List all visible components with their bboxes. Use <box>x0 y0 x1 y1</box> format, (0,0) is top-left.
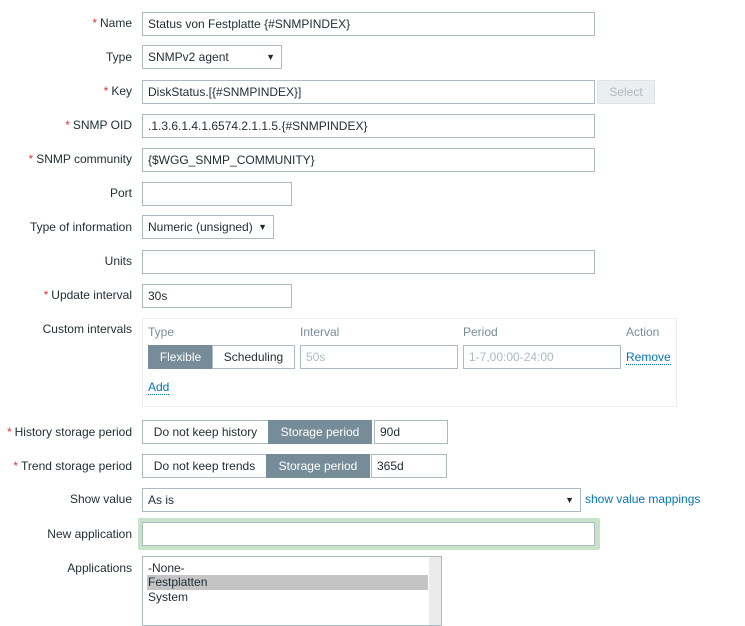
label-text: SNMP community <box>36 152 132 166</box>
chevron-down-icon: ▼ <box>258 222 267 232</box>
label-info: Type of information <box>29 220 132 234</box>
history-input[interactable]: 90d <box>374 420 448 444</box>
label-update: * Update interval <box>44 288 132 302</box>
info-select[interactable]: Numeric (unsigned) ▼ <box>142 215 274 239</box>
required-mark: * <box>28 152 34 166</box>
required-mark: * <box>13 459 19 473</box>
remove-link[interactable]: Remove <box>626 350 671 365</box>
required-mark: * <box>103 84 109 98</box>
label-text: SNMP OID <box>72 118 132 132</box>
label-key: * Key <box>104 84 132 98</box>
label-trend: * Trend storage period <box>13 459 132 473</box>
community-input[interactable]: {$WGG_SNMP_COMMUNITY} <box>142 148 595 172</box>
label-text: Trend storage period <box>21 459 132 473</box>
flexible-button[interactable]: Flexible <box>148 345 213 369</box>
name-input[interactable]: Status von Festplatte {#SNMPINDEX} <box>142 12 595 36</box>
no-history-button[interactable]: Do not keep history <box>142 420 269 444</box>
select-button[interactable]: Select <box>597 80 655 104</box>
required-mark: * <box>6 425 12 439</box>
label-type: Type <box>105 50 132 64</box>
oid-input[interactable]: .1.3.6.1.4.1.6574.2.1.1.5.{#SNMPINDEX} <box>142 114 595 138</box>
label-history: * History storage period <box>7 425 132 439</box>
header-action: Action <box>626 325 660 339</box>
interval-input[interactable]: 50s <box>300 345 458 369</box>
period-input[interactable]: 1-7,00:00-24:00 <box>463 345 621 369</box>
add-link[interactable]: Add <box>148 380 170 395</box>
label-text: Name <box>99 16 132 30</box>
scrollbar[interactable] <box>429 557 441 625</box>
trend-storage-period-button[interactable]: Storage period <box>266 454 370 478</box>
label-apps: Applications <box>67 561 132 575</box>
key-input[interactable]: DiskStatus.[{#SNMPINDEX}] <box>142 80 595 104</box>
label-text: Key <box>111 84 132 98</box>
list-item-selected[interactable]: Festplatten <box>147 575 428 590</box>
port-input[interactable] <box>142 182 292 206</box>
history-storage-period-button[interactable]: Storage period <box>268 420 372 444</box>
info-value: Numeric (unsigned) <box>148 220 253 234</box>
show-value-select[interactable]: As is ▼ <box>142 488 581 512</box>
list-item[interactable]: System <box>148 590 188 604</box>
type-select[interactable]: SNMPv2 agent ▼ <box>142 45 282 69</box>
type-value: SNMPv2 agent <box>148 50 229 64</box>
label-port: Port <box>109 186 132 200</box>
chevron-down-icon: ▼ <box>565 495 574 505</box>
label-newapp: New application <box>47 527 132 541</box>
update-input[interactable]: 30s <box>142 284 292 308</box>
label-text: Update interval <box>51 288 132 302</box>
show-value-mappings-link[interactable]: show value mappings <box>585 492 700 506</box>
new-application-input[interactable] <box>142 522 595 546</box>
label-show: Show value <box>69 492 132 506</box>
chevron-down-icon: ▼ <box>266 52 275 62</box>
header-interval: Interval <box>300 325 340 339</box>
show-value: As is <box>148 493 175 507</box>
applications-listbox[interactable]: -None- Festplatten System <box>142 556 442 626</box>
units-input[interactable] <box>142 250 595 274</box>
label-units: Units <box>104 254 132 268</box>
header-period: Period <box>463 325 498 339</box>
label-community: * SNMP community <box>29 152 132 166</box>
required-mark: * <box>65 118 70 132</box>
trend-input[interactable]: 365d <box>371 454 447 478</box>
label-oid: * SNMP OID <box>65 118 132 132</box>
label-name: * Name <box>92 16 132 30</box>
scheduling-button[interactable]: Scheduling <box>212 345 295 369</box>
label-custom: Custom intervals <box>42 322 132 336</box>
label-text: History storage period <box>14 425 132 439</box>
list-item[interactable]: -None- <box>148 561 185 575</box>
required-mark: * <box>92 16 97 30</box>
no-trends-button[interactable]: Do not keep trends <box>142 454 267 478</box>
header-type: Type <box>148 325 175 339</box>
required-mark: * <box>43 288 49 302</box>
